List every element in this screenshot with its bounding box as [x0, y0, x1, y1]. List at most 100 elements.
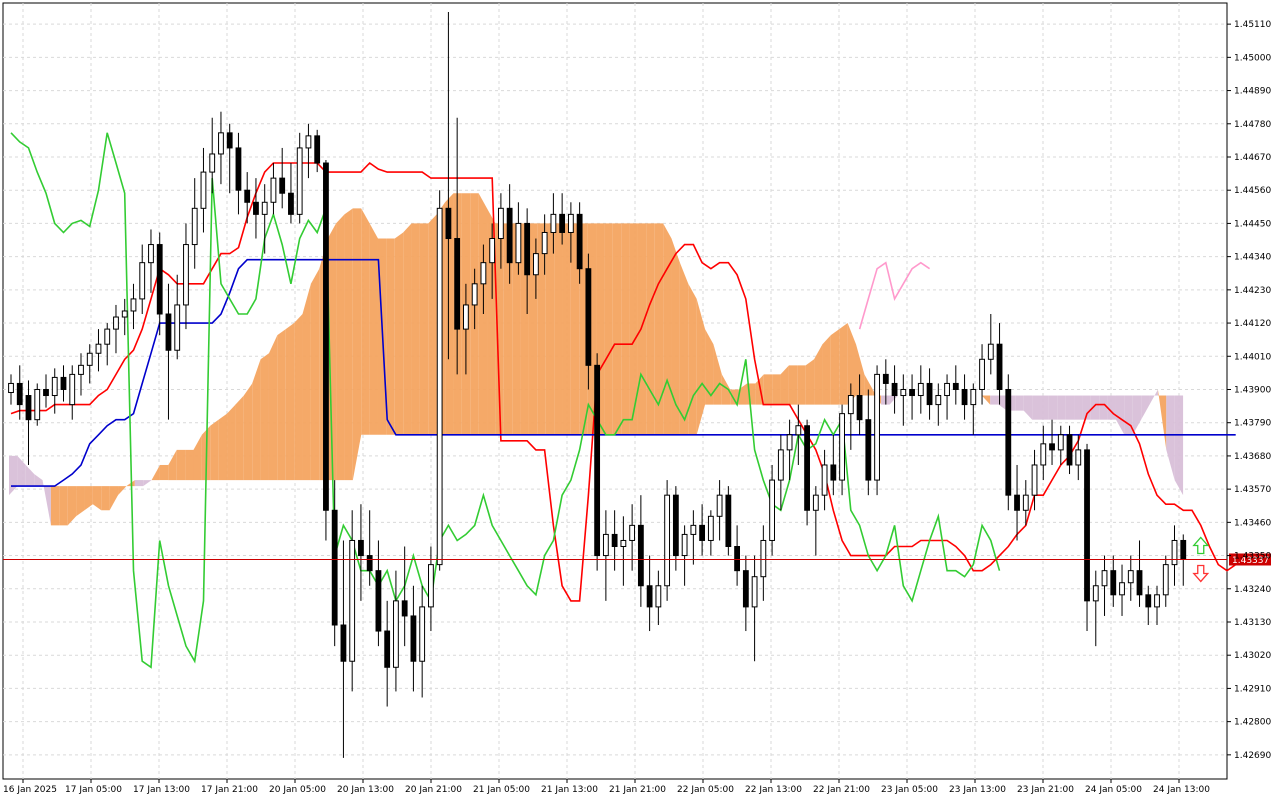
candle-body [812, 494, 819, 511]
candle-body [183, 244, 189, 306]
cloud-segment [210, 419, 219, 481]
candle-body [16, 382, 23, 406]
candle-body [917, 382, 924, 397]
y-tick-label: 1.43900 [1234, 385, 1271, 395]
y-tick-label: 1.43350 [1234, 552, 1271, 562]
candle-body [524, 222, 531, 276]
candle-body [419, 606, 426, 662]
candle-body [384, 630, 391, 668]
cloud-segment [604, 223, 613, 435]
candle-body [174, 304, 181, 351]
candle-body [200, 171, 207, 209]
cloud-segment [352, 208, 362, 481]
x-tick-label: 17 Jan 05:00 [65, 785, 122, 795]
cloud-segment [822, 335, 831, 405]
candle-body [1136, 570, 1143, 596]
y-tick-label: 1.43460 [1234, 518, 1271, 528]
cloud-segment [50, 486, 60, 526]
candle-body [515, 222, 522, 264]
candle-body [270, 177, 277, 203]
candle-body [751, 576, 758, 608]
candle-body [86, 352, 93, 366]
cloud-segment [797, 365, 806, 405]
cloud-segment [159, 464, 169, 481]
candle-body [996, 343, 1003, 390]
cloud-segment [176, 449, 186, 481]
candle-body [235, 147, 242, 191]
x-tick-label: 24 Jan 13:00 [1153, 785, 1210, 795]
candle-body [480, 262, 487, 285]
candle-body [970, 388, 977, 406]
candle-body [602, 533, 609, 557]
y-tick-label: 1.44890 [1234, 87, 1271, 97]
y-tick-label: 1.43130 [1234, 618, 1271, 628]
candle-body [882, 373, 889, 384]
candle-body [944, 382, 950, 397]
candle-body [777, 449, 784, 481]
cloud-segment [612, 223, 622, 435]
candle-body [865, 419, 872, 481]
candle-body [393, 600, 399, 668]
x-tick-label: 23 Jan 05:00 [881, 785, 938, 795]
candle-body [1084, 449, 1090, 602]
cloud-segment [285, 323, 295, 481]
cloud-segment [637, 223, 647, 435]
candle-body [952, 382, 959, 390]
candle-body [8, 382, 14, 394]
cloud-segment [688, 283, 697, 435]
candle-body [436, 207, 443, 566]
candle-body [699, 524, 706, 541]
x-tick-label: 21 Jan 21:00 [609, 785, 666, 795]
x-tick-label: 23 Jan 21:00 [1017, 785, 1074, 795]
candle-body [961, 388, 968, 406]
y-tick-label: 1.43790 [1234, 419, 1271, 429]
candle-body [629, 524, 636, 541]
candle-body [1057, 434, 1064, 451]
candle-body [742, 570, 749, 608]
cloud-segment [1107, 395, 1116, 420]
candle-body [506, 207, 513, 264]
cloud-segment [545, 223, 555, 435]
candle-body [550, 213, 557, 233]
candle-body [218, 132, 224, 155]
candle-body [95, 343, 102, 354]
cloud-segment [277, 329, 286, 481]
candle-body [1014, 494, 1020, 511]
candle-body [428, 564, 434, 608]
cloud-segment [403, 223, 412, 435]
candle-body [926, 382, 933, 406]
candle-body [139, 262, 146, 300]
candle-body [1101, 570, 1108, 587]
y-tick-label: 1.43680 [1234, 452, 1271, 462]
candle-body [323, 162, 329, 511]
x-tick-label: 21 Jan 05:00 [473, 785, 530, 795]
cloud-segment [411, 223, 420, 435]
candle-body [532, 253, 539, 276]
ichimoku-chart[interactable]: 1.43337 1.451101.450001.448901.447801.44… [0, 0, 1280, 800]
cloud-segment [554, 223, 563, 435]
cloud-segment [101, 486, 110, 511]
cloud-segment [1065, 395, 1075, 420]
candle-body [716, 494, 723, 517]
cloud-segment [1040, 395, 1049, 420]
candle-body [707, 515, 714, 541]
candle-body [804, 425, 810, 511]
cloud-segment [478, 193, 488, 435]
candle-body [1005, 388, 1012, 496]
candle-body [1075, 449, 1082, 466]
candle-body [463, 304, 469, 330]
x-tick-label: 20 Jan 05:00 [269, 785, 326, 795]
candle-body [1145, 594, 1152, 608]
candle-body [497, 207, 504, 240]
candle-body [358, 539, 364, 557]
candle-body [559, 213, 566, 233]
cloud-segment [646, 223, 655, 435]
y-tick-label: 1.44560 [1234, 186, 1271, 196]
y-axis: 1.45110 1.45000 1.44890 1.44780 1.44670 1.445… [1227, 20, 1271, 761]
candle-body [979, 358, 985, 390]
candle-body [847, 395, 854, 415]
candle-body [725, 494, 732, 548]
cloud-segment [218, 413, 228, 481]
x-tick-label: 21 Jan 13:00 [541, 785, 598, 795]
candle-body [296, 147, 303, 215]
